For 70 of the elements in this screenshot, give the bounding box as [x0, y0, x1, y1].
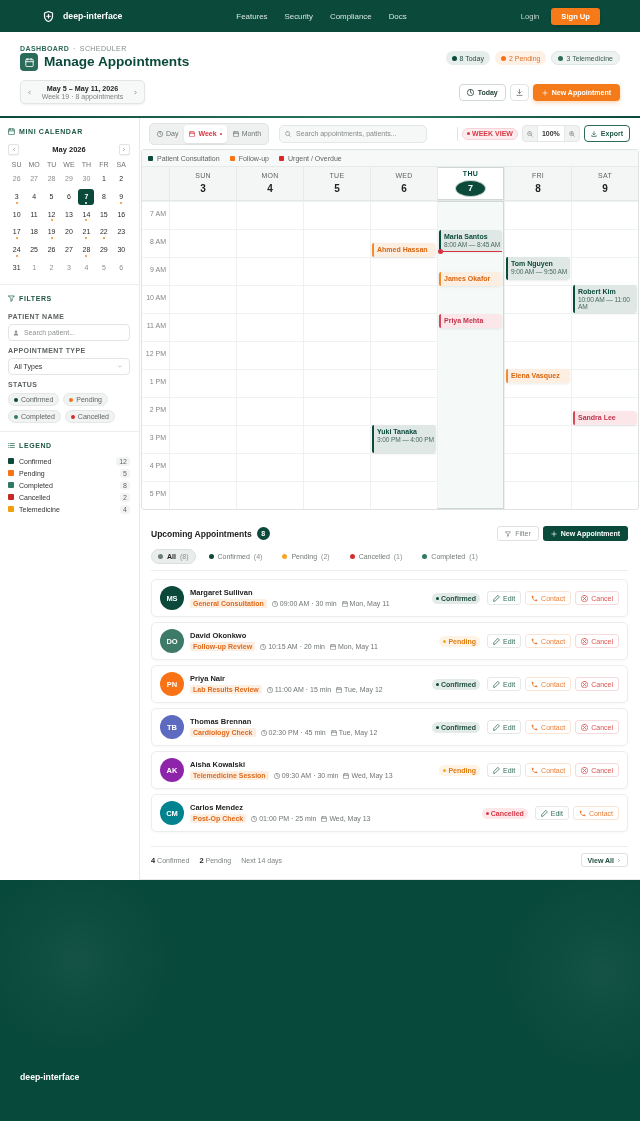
status-dot-icon [443, 768, 447, 772]
status-dot-icon [436, 682, 439, 686]
shield-logo-icon [43, 8, 54, 24]
date-number: 9 [602, 182, 608, 195]
calendar-icon [343, 772, 350, 779]
calendar-icon [232, 130, 239, 137]
pencil-icon [493, 766, 500, 774]
chevron-left-icon[interactable] [27, 88, 32, 96]
chevron-right-icon [617, 857, 621, 863]
chevron-right-icon[interactable] [133, 88, 138, 96]
calendar-icon [8, 128, 15, 135]
pencil-icon [493, 723, 500, 731]
status-dot-icon [436, 596, 439, 600]
pencil-icon [540, 809, 548, 817]
zoom-in-icon[interactable] [568, 130, 575, 137]
calendar-icon [321, 815, 328, 822]
plus-icon [550, 530, 557, 537]
clock-icon [157, 130, 163, 137]
brand-name: deep-interface [63, 11, 123, 21]
current-time-line [441, 250, 502, 252]
user-icon [13, 329, 19, 336]
plus-icon [541, 89, 548, 96]
filter-icon [505, 530, 512, 537]
phone-icon [531, 594, 539, 602]
status-dot-icon [485, 811, 489, 815]
clock-icon [251, 815, 258, 822]
download-icon [515, 89, 523, 96]
footer-brand: deep-interface [20, 1072, 80, 1082]
zoom-out-icon[interactable] [526, 130, 533, 137]
download-icon [590, 130, 597, 137]
calendar-icon [336, 686, 343, 693]
calendar-icon [330, 729, 337, 736]
next-month-button[interactable] [119, 144, 130, 155]
calendar-icon [189, 130, 196, 137]
calendar-icon [20, 53, 38, 71]
chevron-left-icon [11, 147, 16, 152]
filter-icon [8, 295, 15, 303]
phone-icon [531, 766, 539, 774]
status-dot-icon [443, 639, 447, 643]
clock-icon [266, 686, 273, 693]
chevron-down-icon [117, 364, 123, 370]
date-number: 5 [334, 182, 340, 195]
search-icon [285, 130, 292, 137]
chevron-right-icon [122, 147, 127, 152]
page-title: Manage Appointments [44, 53, 190, 71]
date-number: 7 [455, 180, 486, 197]
pencil-icon [493, 680, 500, 688]
clock-icon [273, 772, 280, 779]
date-number: 4 [267, 182, 273, 195]
phone-icon [531, 723, 539, 731]
phone-icon [578, 809, 586, 817]
section-title: Upcoming Appointments [151, 528, 252, 539]
pencil-icon [493, 637, 500, 645]
clock-icon [260, 643, 267, 650]
phone-icon [531, 680, 539, 688]
date-number: 6 [401, 182, 407, 195]
dot-icon [467, 132, 471, 135]
clock-icon [466, 89, 474, 96]
clock-icon [271, 600, 278, 607]
status-dot-icon [436, 725, 439, 729]
previous-month-button[interactable] [8, 144, 19, 155]
pencil-icon [493, 594, 500, 602]
download-button[interactable] [509, 84, 529, 101]
date-number: 8 [535, 182, 541, 195]
clock-icon [260, 729, 267, 736]
list-icon [8, 442, 15, 450]
date-number: 3 [200, 182, 206, 195]
phone-icon [531, 637, 539, 645]
calendar-icon [329, 643, 336, 650]
calendar-icon [341, 600, 348, 607]
